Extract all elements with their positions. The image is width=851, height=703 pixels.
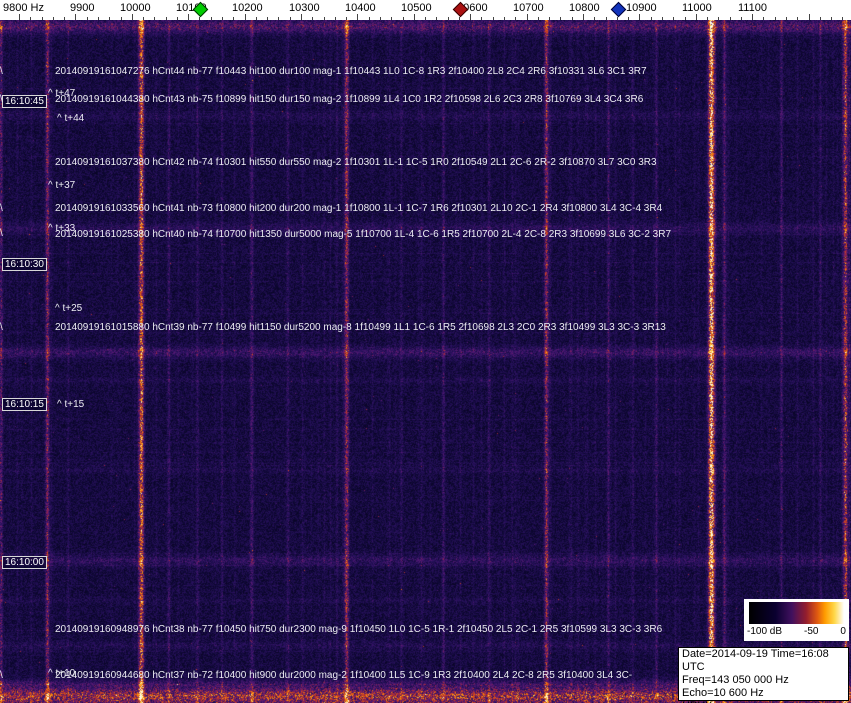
frequency-tick-label: 9900 [70, 2, 95, 14]
frequency-tick-label: 10200 [232, 2, 263, 14]
ruler-tick [470, 14, 472, 20]
meteor-echo-spectrogram-app: 9800 Hz 9900 10000 10100 10200 10300 10400 1050… [0, 0, 851, 703]
ruler-tick [718, 17, 720, 20]
frequency-tick-label: 11100 [738, 2, 767, 14]
ruler-tick [379, 17, 381, 20]
ruler-tick [255, 17, 257, 20]
db-min-label: -100 dB [747, 626, 783, 637]
ruler-tick [413, 14, 415, 20]
ruler-tick [19, 14, 20, 20]
frequency-tick-label: 9800 Hz [3, 2, 44, 14]
ruler-tick [481, 17, 483, 20]
frequency-tick-label: 10000 [120, 2, 151, 14]
ruler-tick [492, 17, 494, 20]
ruler-tick [52, 17, 54, 20]
ruler-tick [210, 17, 212, 20]
frequency-tick-label: 11000 [682, 2, 712, 14]
ruler-tick [504, 17, 506, 20]
ruler-tick [120, 17, 122, 20]
frequency-tick-label: 10400 [345, 2, 376, 14]
ruler-tick [425, 17, 427, 20]
frequency-tick-label: 10500 [401, 2, 432, 14]
ruler-tick [346, 17, 348, 20]
ruler-tick [594, 17, 596, 20]
ruler-tick [842, 17, 844, 20]
ruler-tick [661, 17, 663, 20]
blue-frequency-marker[interactable] [610, 1, 627, 18]
db-max-label: 0 [840, 626, 846, 637]
ruler-tick [165, 17, 167, 20]
ruler-tick [301, 14, 302, 20]
info-frequency: Freq=143 050 000 Hz [682, 674, 789, 686]
ruler-tick [707, 17, 709, 20]
ruler-tick [808, 14, 810, 20]
spectrogram-canvas[interactable] [0, 20, 851, 703]
ruler-tick [131, 14, 133, 20]
ruler-tick [639, 14, 641, 20]
ruler-tick [312, 17, 314, 20]
frequency-tick-label: 10300 [289, 2, 320, 14]
ruler-tick [729, 17, 731, 20]
ruler-tick [267, 17, 269, 20]
ruler-tick [571, 17, 573, 20]
ruler-tick [515, 17, 517, 20]
db-scale-labels: -100 dB -50 0 [747, 626, 846, 637]
ruler-tick [583, 14, 584, 20]
ruler-tick [278, 17, 280, 20]
ruler-tick [684, 17, 686, 20]
ruler-tick [786, 17, 788, 20]
ruler-tick [97, 17, 99, 20]
ruler-tick [740, 17, 742, 20]
ruler-tick [30, 17, 32, 20]
ruler-tick [233, 17, 235, 20]
color-scale-legend: -100 dB -50 0 [744, 599, 849, 641]
ruler-tick [549, 17, 551, 20]
ruler-tick [774, 17, 776, 20]
ruler-tick [673, 17, 675, 20]
ruler-tick [289, 17, 291, 20]
ruler-tick [402, 17, 404, 20]
ruler-tick [357, 14, 359, 20]
ruler-tick [763, 17, 765, 20]
ruler-tick [188, 14, 190, 20]
ruler-tick [176, 17, 178, 20]
ruler-tick [605, 17, 607, 20]
frequency-tick-label: 10900 [626, 2, 657, 14]
ruler-tick [831, 17, 833, 20]
ruler-tick [41, 17, 43, 20]
status-info-box: Date=2014-09-19 Time=16:08 UTC Freq=143 … [678, 647, 849, 703]
ruler-tick [537, 17, 539, 20]
frequency-tick-label: 10700 [513, 2, 544, 14]
ruler-tick [154, 17, 156, 20]
ruler-tick [334, 17, 336, 20]
info-echo-frequency: Echo=10 600 Hz [682, 687, 764, 699]
ruler-tick [628, 17, 630, 20]
ruler-tick [75, 14, 77, 20]
frequency-ruler[interactable]: 9800 Hz 9900 10000 10100 10200 10300 10400 1050… [0, 0, 851, 20]
ruler-tick [391, 17, 393, 20]
ruler-tick [436, 17, 438, 20]
db-gradient-bar [749, 602, 844, 624]
ruler-tick [143, 17, 145, 20]
ruler-tick [368, 17, 370, 20]
ruler-tick [650, 17, 652, 20]
ruler-tick [86, 17, 88, 20]
frequency-tick-label: 10800 [569, 2, 600, 14]
ruler-tick [109, 17, 111, 20]
ruler-tick [797, 17, 799, 20]
ruler-tick [526, 14, 528, 20]
ruler-tick [819, 17, 821, 20]
info-date-time: Date=2014-09-19 Time=16:08 UTC [682, 648, 829, 673]
ruler-tick [64, 17, 66, 20]
ruler-tick [560, 17, 562, 20]
ruler-tick [323, 17, 325, 20]
ruler-tick [752, 14, 754, 20]
ruler-tick [447, 17, 449, 20]
db-mid-label: -50 [804, 626, 819, 637]
ruler-tick [695, 14, 697, 20]
ruler-tick [244, 14, 246, 20]
ruler-tick [222, 17, 224, 20]
